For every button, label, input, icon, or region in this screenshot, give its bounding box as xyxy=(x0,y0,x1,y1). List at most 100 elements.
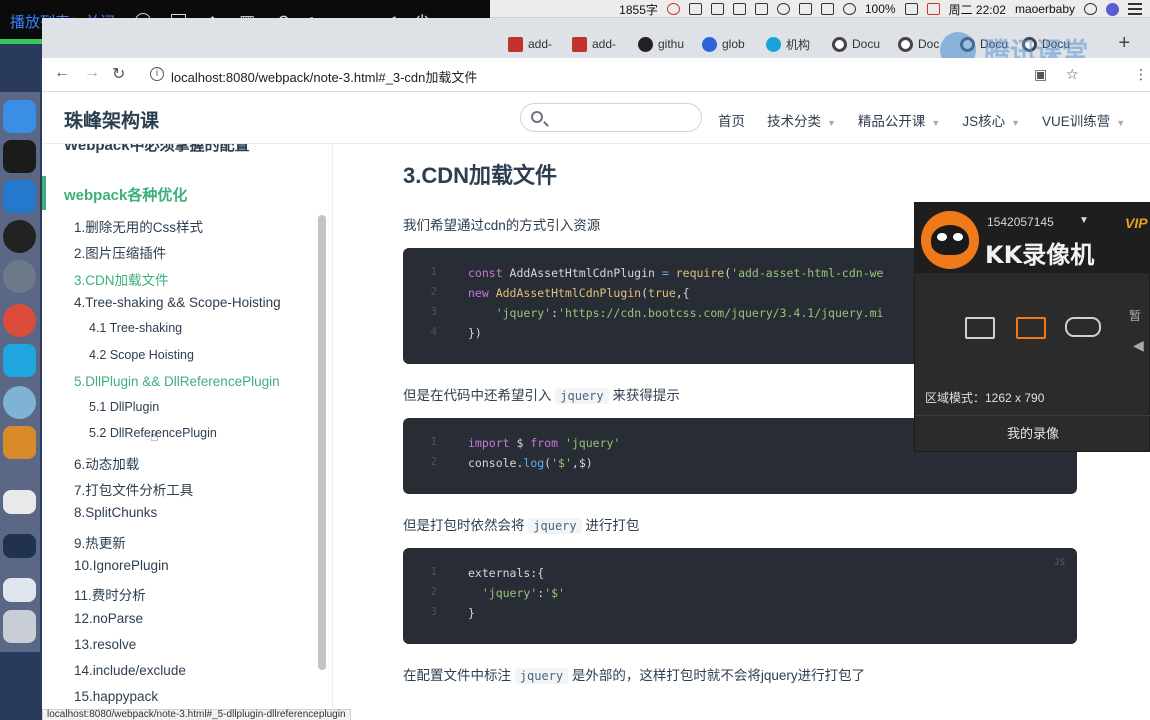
site-title[interactable]: 珠峰架构课 xyxy=(64,106,159,133)
bookmark-star-icon[interactable]: ☆ xyxy=(1066,66,1079,83)
flag-icon[interactable] xyxy=(732,3,746,15)
reload-icon[interactable]: ↻ xyxy=(112,64,125,84)
qq-icon[interactable] xyxy=(3,220,36,253)
window-thumbnail-icon[interactable] xyxy=(3,578,36,602)
trash-bin-icon[interactable] xyxy=(3,610,36,643)
nav-link[interactable]: JS核心 ▼ xyxy=(962,110,1020,130)
browser-tab[interactable]: add- xyxy=(572,32,632,56)
nav-link[interactable]: 首页 xyxy=(718,110,745,130)
kk-raccoon-logo-icon xyxy=(921,211,979,269)
vip-badge[interactable]: VIP xyxy=(1125,215,1148,231)
battery-icon[interactable] xyxy=(904,3,918,15)
display-icon[interactable] xyxy=(798,3,812,15)
notification-center-icon[interactable] xyxy=(1128,3,1142,15)
sidebar-item[interactable]: 6.动态加载 xyxy=(74,453,139,473)
sidebar-item[interactable]: 14.include/exclude xyxy=(74,663,186,678)
nav-link[interactable]: VUE训练营 ▼ xyxy=(1042,110,1125,130)
code-token: $ xyxy=(516,436,531,450)
sidebar-item[interactable]: 5.DllPlugin && DllReferencePlugin xyxy=(74,374,280,389)
wifi-icon[interactable] xyxy=(842,3,856,15)
sidebar-item[interactable]: 10.IgnorePlugin xyxy=(74,558,169,573)
spotlight-search-icon[interactable] xyxy=(1084,3,1097,15)
code-token: ,$) xyxy=(571,456,593,470)
code-token: log xyxy=(523,456,545,470)
sidebar-item[interactable]: 2.图片压缩插件 xyxy=(74,242,166,262)
vue-devtools-icon[interactable] xyxy=(688,3,702,15)
scribble-icon[interactable] xyxy=(666,3,680,15)
menu-kebab-icon[interactable]: ⋮ xyxy=(1134,66,1148,83)
my-videos-button[interactable]: 我的录像 xyxy=(915,423,1150,442)
sidebar-section-title[interactable]: webpack各种优化 xyxy=(64,184,187,205)
region-mode-icon[interactable] xyxy=(1016,317,1046,339)
address-bar[interactable]: localhost:8080/webpack/note-3.html#_3-cd… xyxy=(171,67,477,86)
sidebar-item[interactable]: 4.Tree-shaking && Scope-Hoisting xyxy=(74,295,281,310)
code-text: const AddAssetHtmlCdnPlugin = require('a… xyxy=(468,266,883,280)
sidebar-scrollbar[interactable] xyxy=(318,215,326,670)
browser-tab[interactable]: glob xyxy=(702,32,762,56)
sidebar-prev-heading[interactable]: Webpack中必须掌握的配置 xyxy=(64,144,250,155)
window-thumbnail-icon[interactable] xyxy=(3,534,36,558)
sidebar-item[interactable]: 3.CDN加载文件 xyxy=(74,269,169,289)
nav-link[interactable]: 技术分类 ▼ xyxy=(767,110,836,130)
sidebar-item[interactable]: 9.热更新 xyxy=(74,532,126,552)
browser-tab[interactable]: Docu xyxy=(832,32,892,56)
pdf-red-icon xyxy=(508,36,523,52)
vscode-icon[interactable] xyxy=(3,180,36,213)
user-avatar-icon[interactable] xyxy=(1106,2,1119,16)
sidebar-item[interactable]: 12.noParse xyxy=(74,611,143,626)
line-number: 2 xyxy=(430,456,437,468)
audio-speaker-icon[interactable]: ◀ xyxy=(1133,337,1144,354)
chrome-icon[interactable] xyxy=(3,304,36,337)
browser-tab[interactable]: add- xyxy=(508,32,568,56)
fullscreen-mode-icon[interactable] xyxy=(965,317,995,339)
terminal-icon[interactable] xyxy=(3,140,36,173)
inline-code: jquery xyxy=(555,388,609,404)
sidebar-item[interactable]: 4.1 Tree-shaking xyxy=(89,321,182,335)
nav-link-label: 技术分类 xyxy=(767,114,821,129)
sidebar-item[interactable]: 5.1 DllPlugin xyxy=(89,400,159,414)
window-thumbnail-icon[interactable] xyxy=(3,490,36,514)
site-info-icon[interactable]: i xyxy=(150,67,164,81)
sidebar-item[interactable]: 7.打包文件分析工具 xyxy=(74,479,193,499)
code-token: = xyxy=(661,266,676,280)
sogou-input-icon[interactable] xyxy=(926,3,940,15)
browser-tab[interactable]: 机构 xyxy=(766,32,826,56)
tab-label: githu xyxy=(658,37,685,51)
account-id[interactable]: 1542057145 xyxy=(987,215,1054,229)
network-icon[interactable] xyxy=(3,386,36,419)
inline-code: jquery xyxy=(528,518,582,534)
clock[interactable]: 周二 22:02 xyxy=(949,1,1006,18)
shield-icon xyxy=(766,36,781,52)
code-text: } xyxy=(468,606,475,620)
search-input[interactable] xyxy=(520,103,702,132)
tencent-video-icon[interactable] xyxy=(3,344,36,377)
mouse-pointer-icon: ☝ xyxy=(150,428,159,444)
browser-tab[interactable]: githu xyxy=(638,32,698,56)
code-token: externals:{ xyxy=(468,566,545,580)
account-dropdown-icon[interactable]: ▼ xyxy=(1079,215,1089,226)
sidebar-item[interactable]: 1.删除无用的Css样式 xyxy=(74,216,203,236)
launchpad-icon[interactable] xyxy=(3,260,36,293)
finder-icon[interactable] xyxy=(3,100,36,133)
paragraph-text: 进行打包 xyxy=(585,518,640,533)
code-text: console.log('$',$) xyxy=(468,456,593,470)
volume-icon[interactable] xyxy=(820,3,834,15)
code-token: AddAssetHtmlCdnPlugin xyxy=(495,286,642,300)
forward-icon[interactable]: → xyxy=(84,64,100,82)
translate-icon[interactable]: ▣ xyxy=(1034,66,1047,83)
screen-icon[interactable] xyxy=(754,3,768,15)
sidebar-item[interactable]: 8.SplitChunks xyxy=(74,505,157,520)
bluetooth-icon[interactable] xyxy=(776,3,790,15)
game-mode-icon[interactable] xyxy=(1065,317,1101,337)
grid-icon[interactable] xyxy=(710,3,724,15)
nav-link[interactable]: 精品公开课 ▼ xyxy=(858,110,940,130)
back-icon[interactable]: ← xyxy=(54,64,70,82)
side-label: 暂 xyxy=(1129,309,1142,323)
sidebar-item[interactable]: 15.happypack xyxy=(74,689,158,704)
username[interactable]: maoerbaby xyxy=(1015,2,1075,16)
sidebar-item[interactable]: 13.resolve xyxy=(74,637,136,652)
sidebar-item[interactable]: 11.费时分析 xyxy=(74,584,146,604)
app-icon[interactable] xyxy=(3,426,36,459)
sidebar-item[interactable]: 4.2 Scope Hoisting xyxy=(89,348,194,362)
